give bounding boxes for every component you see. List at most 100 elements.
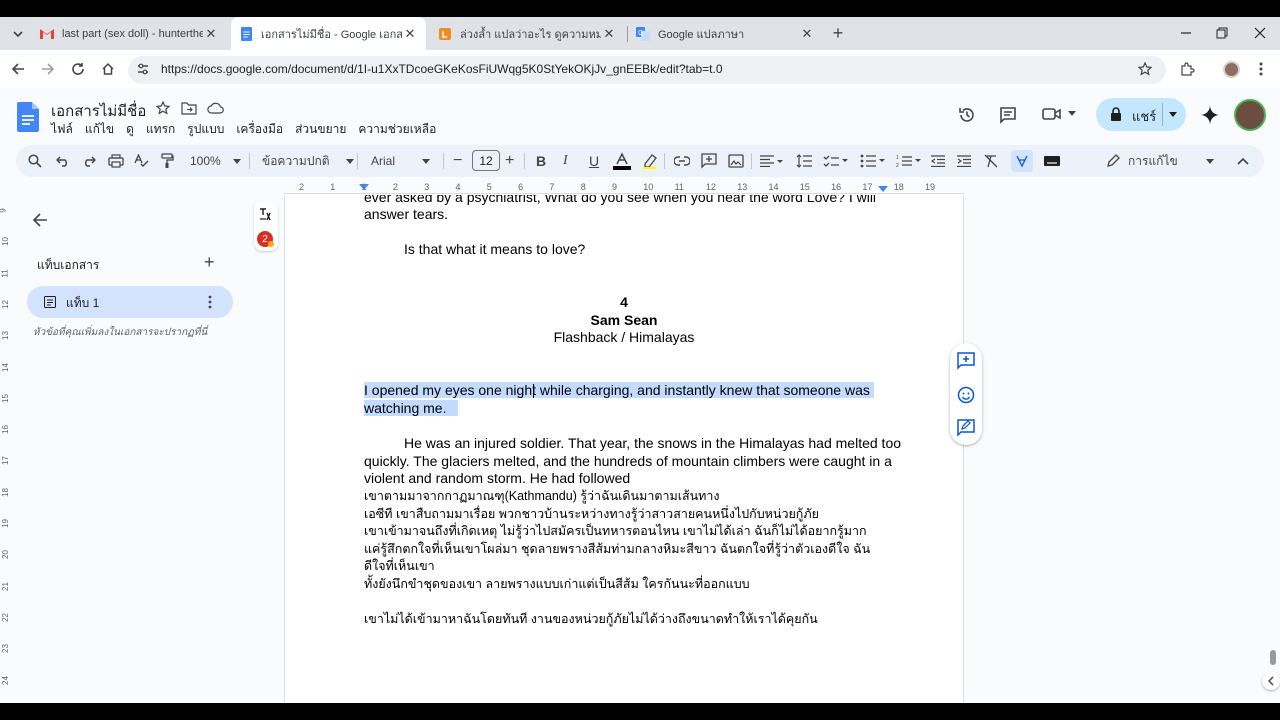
chapter-number: 4 (620, 294, 628, 310)
chevron-up-icon (1237, 157, 1249, 165)
translate-tool-icon[interactable] (259, 207, 273, 221)
right-indent-marker[interactable] (878, 186, 888, 194)
close-icon[interactable]: ✕ (203, 26, 219, 42)
cloud-status-icon[interactable] (207, 101, 224, 115)
back-arrow-icon[interactable] (32, 212, 48, 228)
font-size-input[interactable]: 12 (472, 150, 500, 171)
undo-icon[interactable] (56, 152, 70, 170)
close-icon (1254, 27, 1266, 39)
move-folder-icon[interactable] (181, 101, 197, 115)
clear-formatting-icon[interactable] (984, 152, 998, 170)
vertical-ruler-number: 19 (0, 519, 10, 528)
menu-edit[interactable]: แก้ไข (85, 120, 114, 139)
add-comment-icon[interactable] (957, 352, 975, 370)
redo-icon[interactable] (82, 152, 96, 170)
star-icon[interactable] (156, 101, 170, 115)
insert-image-icon[interactable] (728, 152, 744, 170)
paragraph-style-select[interactable]: ข้อความปกติ (262, 152, 354, 170)
align-button[interactable] (760, 152, 784, 170)
back-button[interactable] (8, 59, 28, 79)
site-info-icon[interactable] (136, 62, 150, 76)
increase-font-size-button[interactable]: + (505, 152, 514, 170)
sidebar-header: แท็บเอกสาร (37, 258, 100, 272)
page-line: He was an injured soldier. That year, th… (404, 435, 902, 451)
menu-tools[interactable]: เครื่องมือ (236, 120, 283, 139)
close-icon[interactable]: ✕ (601, 26, 617, 42)
menu-help[interactable]: ความช่วยเหลือ (358, 120, 436, 139)
add-tab-button[interactable]: + (204, 252, 215, 273)
browser-menu-icon[interactable] (1259, 62, 1263, 76)
extensions-icon[interactable] (1180, 62, 1195, 77)
bulleted-list-icon (860, 154, 885, 168)
line-spacing-icon[interactable] (796, 152, 812, 170)
emoji-reaction-icon[interactable] (957, 386, 975, 404)
checklist-button[interactable] (823, 152, 849, 170)
hide-menus-button[interactable] (1237, 152, 1249, 170)
keyboard-icon[interactable] (1044, 152, 1060, 170)
menu-file[interactable]: ไฟล์ (51, 120, 73, 139)
sidebar-item-tab-1[interactable]: แท็บ 1 (27, 286, 233, 318)
insert-link-icon[interactable] (674, 152, 690, 170)
document-page[interactable]: ever asked by a psychiatrist, What do yo… (284, 195, 964, 703)
font-family-select[interactable]: Arial (371, 152, 431, 170)
tab-dictionary[interactable]: ล่วงล้ำ แปลว่าอะไร ดูความหมาย ตัวอ ✕ (430, 17, 625, 50)
tab-title: Google แปลภาษา (658, 28, 745, 41)
menu-insert[interactable]: แทรก (146, 120, 175, 139)
floating-actions (950, 343, 982, 445)
home-button[interactable] (98, 59, 118, 79)
share-button[interactable]: แชร์ (1096, 98, 1186, 131)
side-panel-toggle[interactable] (1262, 672, 1280, 690)
tab-translate[interactable]: G Google แปลภาษา ✕ (628, 17, 823, 50)
gemini-icon[interactable] (1200, 105, 1220, 125)
menu-format[interactable]: รูปแบบ (187, 120, 224, 139)
vertical-ruler-number: 16 (0, 425, 10, 435)
forward-button[interactable] (38, 59, 58, 79)
print-icon[interactable] (108, 152, 124, 170)
tab-search-button[interactable] (8, 24, 28, 44)
left-indent-marker[interactable] (359, 184, 369, 192)
profile-avatar[interactable] (1223, 61, 1240, 78)
page-line: แค่รู้สึกตกใจที่เห็นเขาโผล่มา ชุดลายพราง… (364, 542, 871, 556)
tab-gmail[interactable]: last part (sex doll) - huntertheri ✕ (32, 17, 227, 50)
comments-icon[interactable] (999, 106, 1017, 124)
reload-button[interactable] (68, 59, 88, 79)
text-color-button[interactable] (613, 152, 631, 170)
spellcheck-icon[interactable] (134, 152, 150, 170)
bold-button[interactable]: B (536, 152, 546, 170)
increase-indent-icon[interactable] (957, 152, 971, 170)
numbered-list-button[interactable]: 12 (896, 152, 922, 170)
underline-button[interactable]: U (589, 152, 599, 170)
close-window-button[interactable] (1250, 23, 1270, 43)
meet-button[interactable] (1042, 106, 1076, 122)
menu-view[interactable]: ดู (126, 120, 134, 139)
highlight-color-button[interactable] (642, 152, 658, 170)
italic-button[interactable]: I (563, 152, 568, 170)
ruler-number: 9 (612, 182, 618, 192)
text-direction-button[interactable] (1011, 150, 1033, 172)
bookmark-star-icon[interactable] (1138, 62, 1152, 76)
close-icon[interactable]: ✕ (799, 26, 815, 42)
paint-format-icon[interactable] (160, 152, 174, 170)
version-history-icon[interactable] (958, 106, 976, 124)
menu-extensions[interactable]: ส่วนขยาย (295, 120, 346, 139)
video-camera-icon (1042, 108, 1061, 120)
new-tab-button[interactable]: + (828, 23, 848, 43)
scrollbar-thumb[interactable] (1270, 650, 1276, 665)
restore-button[interactable] (1212, 23, 1232, 43)
docs-logo-icon[interactable] (17, 102, 39, 132)
selected-line: I opened my eyes one night while chargin… (364, 382, 874, 400)
close-icon[interactable]: ✕ (402, 26, 418, 42)
caret-down-icon (345, 158, 354, 164)
decrease-indent-icon[interactable] (931, 152, 945, 170)
tab-docs[interactable]: เอกสารไม่มีชื่อ - Google เอกสาร ✕ (231, 17, 426, 50)
decrease-font-size-button[interactable]: − (453, 152, 462, 170)
bulleted-list-button[interactable] (860, 152, 886, 170)
minimize-button[interactable] (1176, 23, 1196, 43)
selection-highlight: I opened my eyes one night while chargin… (364, 382, 874, 398)
editing-mode-select[interactable]: การแก้ไข (1106, 152, 1214, 170)
account-avatar[interactable] (1234, 99, 1266, 131)
suggest-edits-icon[interactable] (957, 419, 975, 437)
search-menus-icon[interactable] (28, 152, 42, 170)
zoom-select[interactable]: 100% (190, 152, 241, 170)
add-comment-icon[interactable] (701, 152, 717, 170)
